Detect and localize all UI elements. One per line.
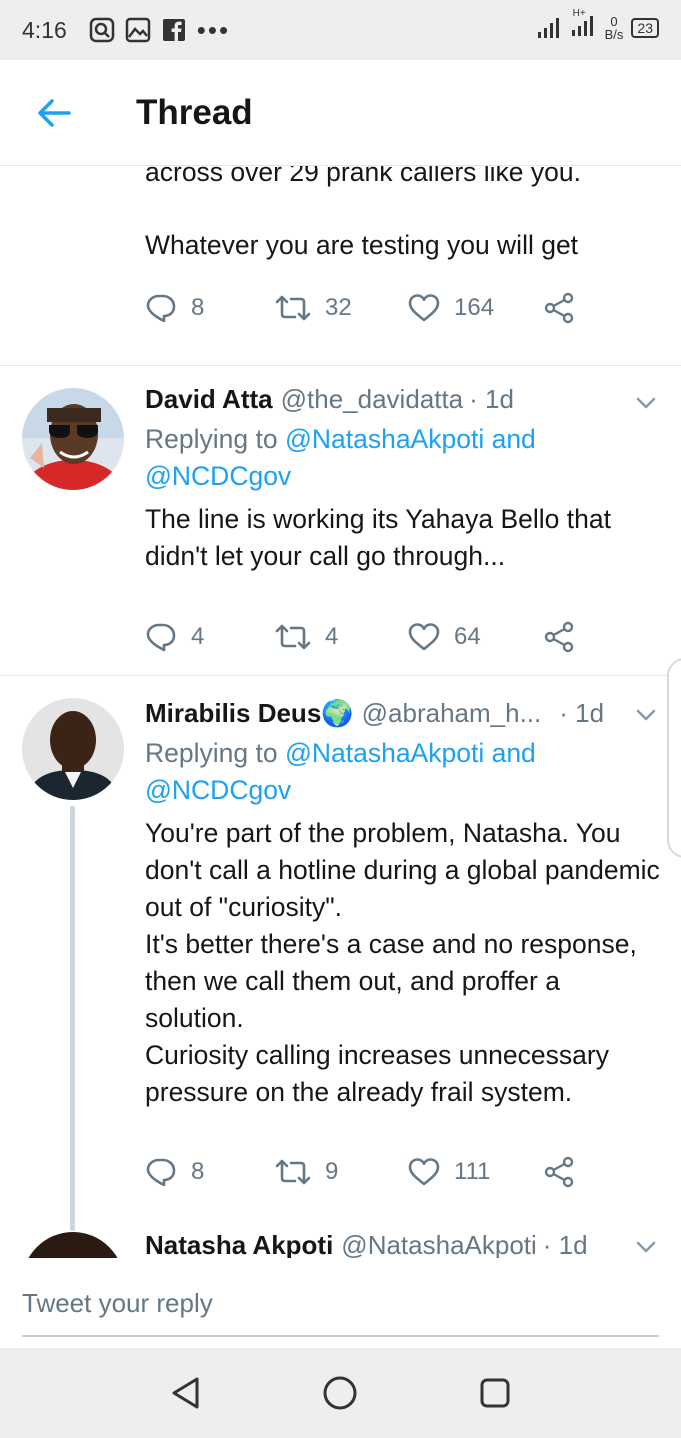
tweet-header: Natasha Akpoti @NatashaAkpoti · 1d (145, 1230, 645, 1258)
app-header: Thread (0, 60, 681, 166)
reply-button[interactable]: 8 (145, 292, 275, 324)
mention-link[interactable]: @NatashaAkpoti (285, 424, 484, 454)
tweet-card[interactable]: Natasha Akpoti @NatashaAkpoti · 1d (0, 1226, 681, 1258)
chevron-down-icon[interactable] (633, 1234, 659, 1258)
back-button[interactable] (24, 83, 84, 143)
nav-back-icon[interactable] (169, 1375, 203, 1411)
tweet-partial[interactable]: across over 29 prank callers like you. W… (0, 166, 681, 366)
scroll-handle[interactable] (667, 658, 681, 858)
replying-to: Replying to @NatashaAkpoti and @NCDCgov (145, 424, 536, 491)
signal-icon (537, 17, 559, 38)
reply-button[interactable]: 8 (145, 1156, 275, 1188)
share-icon (544, 292, 574, 324)
share-button[interactable] (543, 1156, 589, 1188)
author-name[interactable]: Natasha Akpoti (145, 1230, 333, 1258)
notification-icons: ••• (89, 17, 230, 43)
gallery-notification-icon (125, 17, 151, 43)
avatar[interactable] (22, 698, 124, 800)
retweet-button[interactable]: 4 (275, 622, 408, 652)
like-icon (408, 1158, 440, 1186)
thread-connector (70, 806, 75, 1231)
avatar[interactable] (22, 388, 124, 490)
like-button[interactable]: 111 (408, 1157, 543, 1187)
facebook-notification-icon (162, 19, 185, 41)
tweet-actions: 8 32 164 (145, 288, 595, 328)
tweet-actions: 4 4 64 (145, 617, 595, 657)
reply-underline (22, 1335, 659, 1337)
signal-2-icon: H+ (571, 8, 597, 41)
author-name[interactable]: David Atta (145, 384, 273, 415)
tweet-header: Mirabilis Deus🌍 @abraham_h... · 1d (145, 698, 645, 729)
retweet-icon (275, 1159, 311, 1185)
tweet-time: · 1d (469, 384, 514, 414)
tweet-time: · 1d (559, 698, 605, 728)
like-icon (408, 294, 440, 322)
search-notification-icon (89, 17, 115, 43)
system-indicators: H+ 0 B/s 23 (537, 8, 659, 42)
page-title: Thread (136, 92, 253, 132)
nav-recents-icon[interactable] (478, 1376, 512, 1410)
share-icon (544, 1156, 574, 1188)
tweet-actions: 8 9 111 (145, 1152, 595, 1192)
status-time: 4:16 (22, 16, 67, 43)
retweet-icon (275, 295, 311, 321)
reply-icon (146, 294, 176, 323)
tweet-text: across over 29 prank callers like you. W… (145, 166, 581, 260)
tweet-card[interactable]: David Atta @the_davidatta · 1d Replying … (0, 366, 681, 676)
like-icon (408, 623, 440, 651)
status-bar: 4:16 ••• H+ 0 B/s 23 (0, 0, 681, 60)
battery-icon: 23 (631, 17, 659, 38)
net-speed: 0 B/s (604, 13, 624, 42)
share-button[interactable] (543, 621, 589, 653)
tweet-card[interactable]: Mirabilis Deus🌍 @abraham_h... · 1d Reply… (0, 676, 681, 1236)
share-button[interactable] (543, 292, 589, 324)
mention-link[interactable]: @NCDCgov (145, 461, 291, 491)
tweet-header: David Atta @the_davidatta · 1d (145, 384, 645, 415)
mention-link[interactable]: @NatashaAkpoti (285, 738, 484, 768)
author-handle[interactable]: @the_davidatta (281, 384, 464, 415)
retweet-icon (275, 624, 311, 650)
avatar[interactable] (22, 1232, 124, 1258)
retweet-button[interactable]: 9 (275, 1157, 408, 1187)
retweet-button[interactable]: 32 (275, 293, 408, 323)
author-handle[interactable]: @NatashaAkpoti (341, 1230, 537, 1258)
back-arrow-icon (38, 98, 71, 127)
reply-bar: Tweet your reply (0, 1258, 681, 1348)
more-notifications-icon: ••• (196, 15, 231, 45)
reply-button[interactable]: 4 (145, 621, 275, 653)
author-handle[interactable]: @abraham_h... (362, 698, 542, 729)
share-icon (544, 621, 574, 653)
system-nav-bar (0, 1348, 681, 1438)
author-name[interactable]: Mirabilis Deus🌍 (145, 698, 354, 729)
tweet-text: The line is working its Yahaya Bello tha… (145, 504, 611, 571)
reply-input[interactable]: Tweet your reply (22, 1288, 213, 1319)
thread-feed[interactable]: across over 29 prank callers like you. W… (0, 166, 681, 1258)
tweet-text: You're part of the problem, Natasha. You… (145, 818, 660, 1107)
reply-icon (146, 623, 176, 652)
tweet-time: · 1d (542, 1230, 588, 1258)
chevron-down-icon[interactable] (633, 390, 659, 416)
reply-icon (146, 1158, 176, 1187)
replying-to: Replying to @NatashaAkpoti and @NCDCgov (145, 738, 536, 805)
mention-link[interactable]: @NCDCgov (145, 775, 291, 805)
chevron-down-icon[interactable] (633, 702, 659, 728)
nav-home-icon[interactable] (321, 1374, 359, 1412)
like-button[interactable]: 64 (408, 622, 543, 652)
like-button[interactable]: 164 (408, 293, 543, 323)
